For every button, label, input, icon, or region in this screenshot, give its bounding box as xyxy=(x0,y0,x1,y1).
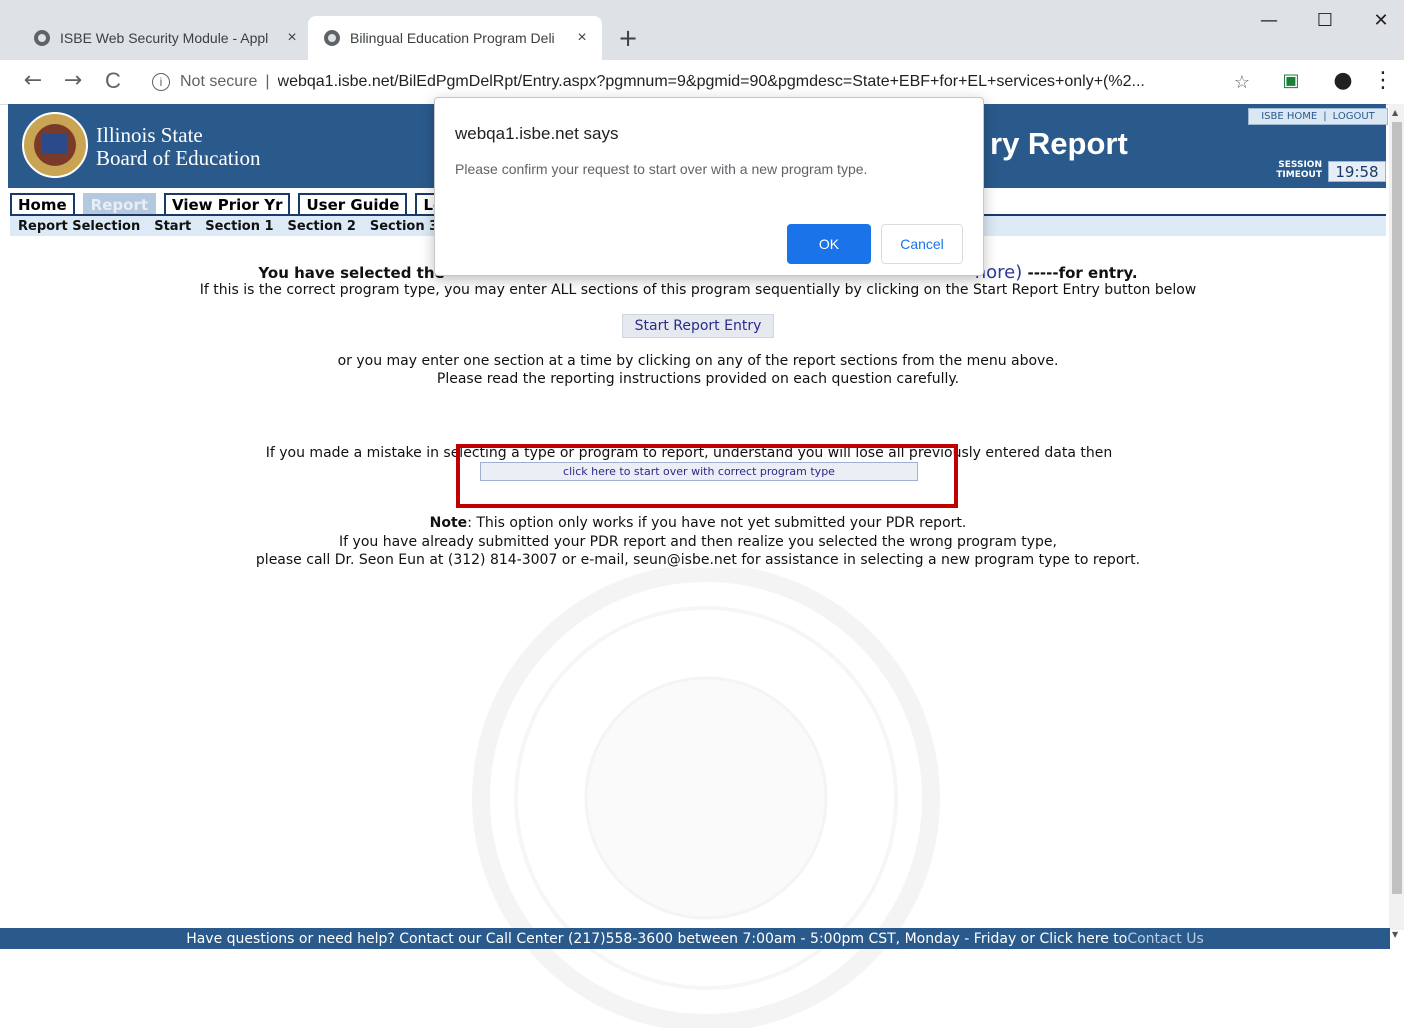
report-title: ry Report xyxy=(990,126,1128,161)
nav-tab-view-prior-yr[interactable]: View Prior Yr xyxy=(164,193,291,214)
page-content: You have selected the nore) -----for entr… xyxy=(0,236,1396,1028)
window-close-icon[interactable]: ✕ xyxy=(1358,10,1404,31)
nav-tab-home[interactable]: Home xyxy=(10,193,75,214)
address-bar[interactable]: i Not secure | webqa1.isbe.net/BilEdPgmD… xyxy=(140,66,1260,98)
session-label-2: TIMEOUT xyxy=(1276,170,1322,180)
note-label: Note xyxy=(429,515,468,531)
dialog-cancel-button[interactable]: Cancel xyxy=(881,224,963,264)
confirm-dialog: webqa1.isbe.net says Please confirm your… xyxy=(434,97,984,276)
scroll-up-icon[interactable]: ▲ xyxy=(1392,108,1398,117)
selected-suffix: -----for entry. xyxy=(1022,264,1138,282)
header-links-separator: | xyxy=(1323,111,1327,122)
minimize-icon[interactable]: — xyxy=(1246,10,1292,31)
browser-tabstrip: ISBE Web Security Module - Appl × Biling… xyxy=(0,0,1404,60)
selected-prefix: You have selected the xyxy=(258,264,445,282)
dialog-message: Please confirm your request to start ove… xyxy=(455,161,868,177)
browser-tab-bilingual[interactable]: Bilingual Education Program Deli × xyxy=(308,16,602,60)
tab-close-icon[interactable]: × xyxy=(282,29,302,47)
dialog-ok-button[interactable]: OK xyxy=(787,224,871,264)
profile-icon[interactable]: ● xyxy=(1328,68,1358,93)
section-instructions-2: Please read the reporting instructions p… xyxy=(436,371,960,387)
state-seal-watermark xyxy=(472,568,940,1028)
globe-icon xyxy=(34,30,50,46)
info-icon[interactable]: i xyxy=(152,73,170,91)
tab-title: Bilingual Education Program Deli xyxy=(350,30,555,46)
contact-us-link[interactable]: Contact Us xyxy=(1127,931,1203,947)
new-tab-icon[interactable]: + xyxy=(618,24,638,52)
note-text: : This option only works if you have not… xyxy=(467,515,967,531)
subnav-section-3[interactable]: Section 3 xyxy=(370,219,438,234)
forward-icon[interactable]: → xyxy=(58,68,88,93)
globe-icon xyxy=(324,30,340,46)
contact-line: please call Dr. Seon Eun at (312) 814-30… xyxy=(255,552,1141,568)
subnav-report-selection[interactable]: Report Selection xyxy=(18,219,140,234)
section-instructions-1: or you may enter one section at a time b… xyxy=(337,353,1059,369)
logout-link[interactable]: LOGOUT xyxy=(1333,111,1375,122)
help-footer: Have questions or need help? Contact our… xyxy=(0,928,1390,949)
main-nav: Home Report View Prior Yr User Guide Lo xyxy=(10,193,452,215)
header-links: ISBE HOME | LOGOUT xyxy=(1248,108,1388,125)
org-name: Illinois State Board of Education xyxy=(96,124,260,170)
start-report-entry-button[interactable]: Start Report Entry xyxy=(622,314,774,338)
org-name-line1: Illinois State xyxy=(96,123,203,147)
isbe-seal-logo xyxy=(22,112,88,178)
url-text[interactable]: webqa1.isbe.net/BilEdPgmDelRpt/Entry.asp… xyxy=(278,73,1218,91)
footer-text: Have questions or need help? Contact our… xyxy=(186,930,1128,947)
nav-tab-user-guide[interactable]: User Guide xyxy=(298,193,408,214)
session-label-1: SESSION xyxy=(1278,160,1322,170)
isbe-home-link[interactable]: ISBE HOME xyxy=(1261,111,1317,122)
maximize-icon[interactable]: ☐ xyxy=(1302,10,1348,31)
subnav-section-2[interactable]: Section 2 xyxy=(288,219,356,234)
reload-icon[interactable]: C xyxy=(98,68,128,94)
correct-program-instructions: If this is the correct program type, you… xyxy=(199,282,1197,298)
session-timer: 19:58 xyxy=(1328,161,1386,182)
highlight-box xyxy=(456,444,958,508)
dialog-title: webqa1.isbe.net says xyxy=(455,124,619,143)
scroll-down-icon[interactable]: ▼ xyxy=(1392,930,1398,939)
omnibox-separator: | xyxy=(265,73,270,90)
scrollbar-thumb[interactable] xyxy=(1392,122,1402,894)
extension-icon[interactable]: ▣ xyxy=(1276,70,1306,91)
back-icon[interactable]: ← xyxy=(18,68,48,93)
subnav-start[interactable]: Start xyxy=(154,219,191,234)
tab-close-icon[interactable]: × xyxy=(572,29,592,47)
session-timeout-label: SESSION TIMEOUT xyxy=(1270,160,1322,180)
nav-tab-report[interactable]: Report xyxy=(82,193,157,214)
browser-menu-icon[interactable]: ⋮ xyxy=(1368,68,1398,93)
browser-tab-security[interactable]: ISBE Web Security Module - Appl × xyxy=(18,16,306,60)
org-name-line2: Board of Education xyxy=(96,146,261,170)
tab-title: ISBE Web Security Module - Appl xyxy=(60,30,269,46)
bookmark-star-icon[interactable]: ☆ xyxy=(1234,72,1250,93)
subnav-section-1[interactable]: Section 1 xyxy=(205,219,273,234)
note-line: Note: This option only works if you have… xyxy=(0,515,1396,531)
not-secure-label: Not secure xyxy=(180,73,258,90)
already-submitted-line: If you have already submitted your PDR r… xyxy=(339,534,1057,550)
